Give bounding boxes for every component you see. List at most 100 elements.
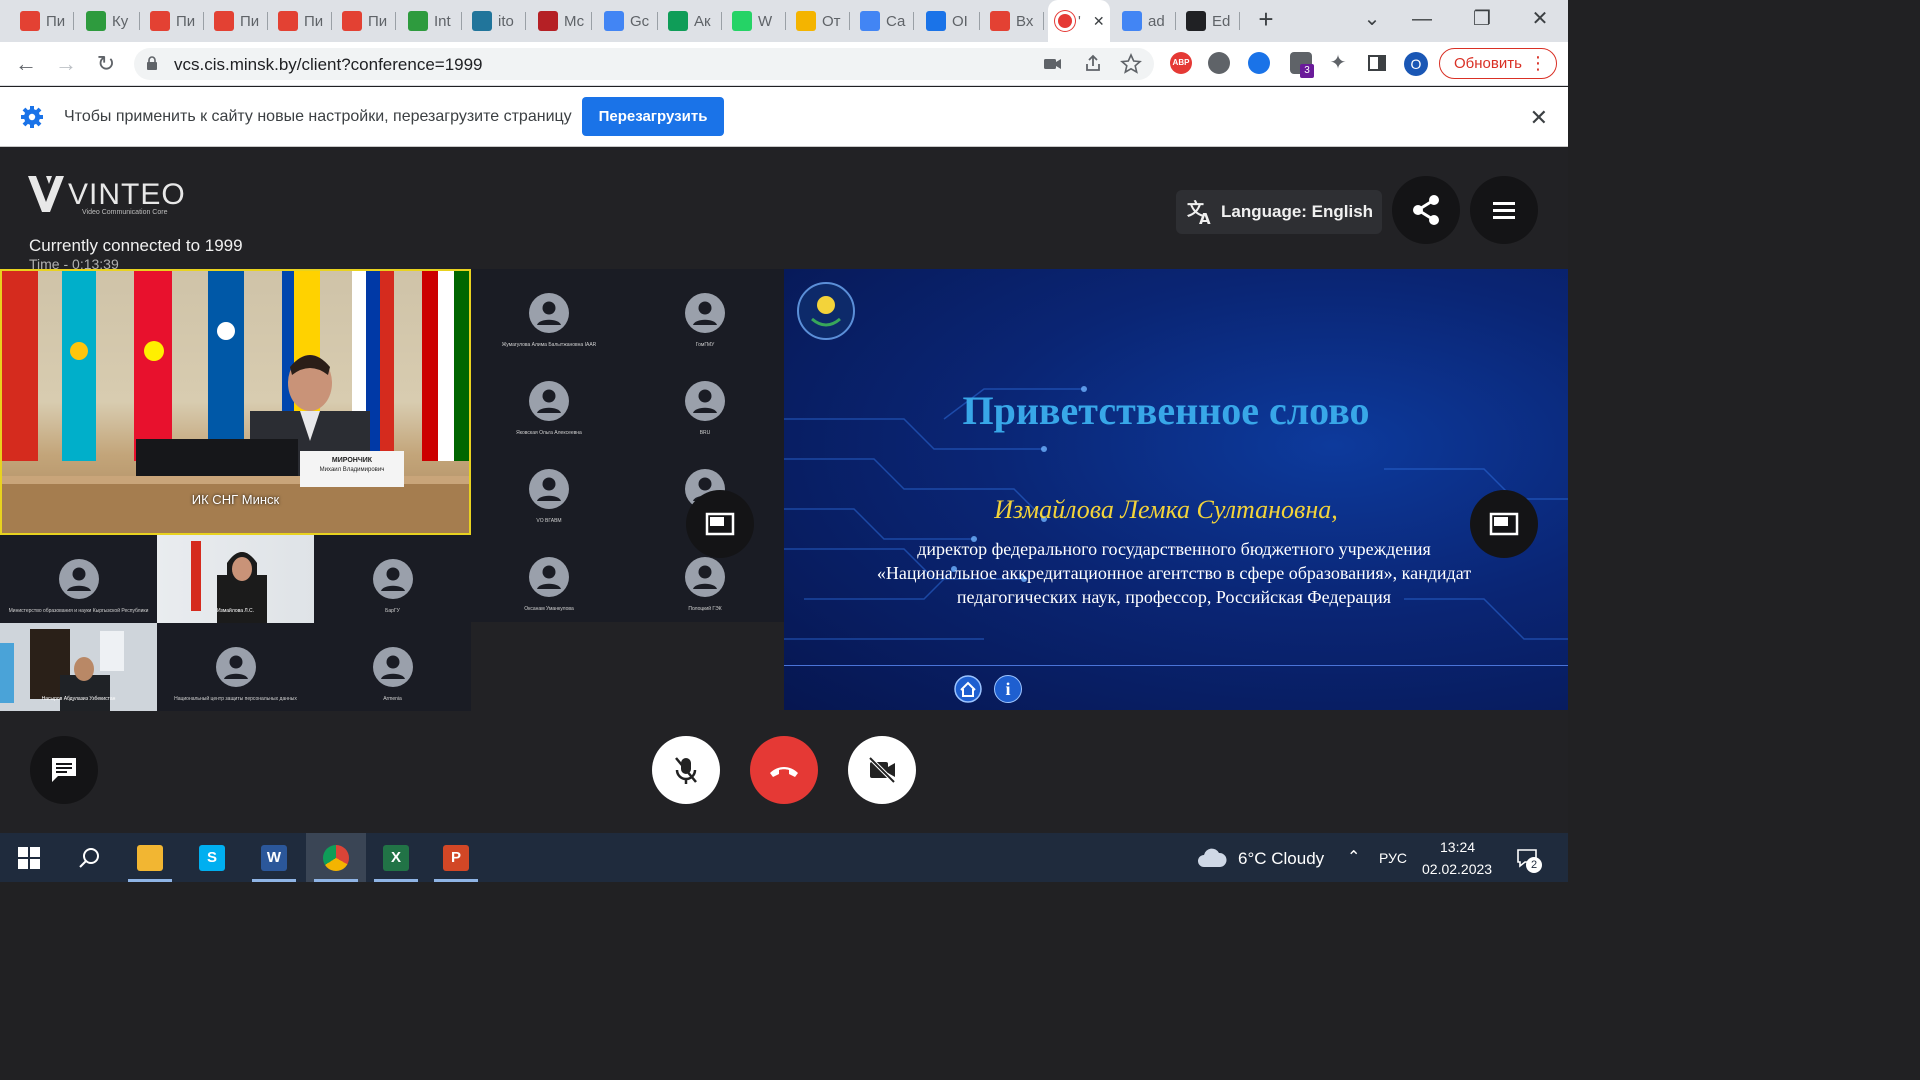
restore-button[interactable]: ❐	[1462, 4, 1502, 34]
browser-tab[interactable]: W	[722, 8, 786, 34]
reload-icon[interactable]: ↻	[92, 50, 120, 78]
language-button[interactable]: 文A Language: English	[1176, 190, 1382, 234]
taskbar-app-chrome[interactable]	[306, 833, 366, 882]
side-panel-icon[interactable]	[1366, 52, 1388, 74]
tab-title: Ed	[1212, 12, 1231, 30]
windows-start-icon[interactable]	[18, 847, 40, 869]
participant-tile[interactable]: Национальный центр защиты персональных д…	[157, 623, 314, 711]
running-indicator	[128, 879, 172, 882]
user-avatar-icon	[58, 559, 99, 599]
browser-tab[interactable]: Вх	[980, 8, 1044, 34]
participant-tile[interactable]: БарГУ	[314, 535, 471, 623]
tab-search-chevron-icon[interactable]: ⌄	[1352, 4, 1392, 34]
participant-tile[interactable]: ГомГМУ	[627, 269, 783, 357]
info-icon[interactable]: i	[994, 675, 1022, 703]
browser-tab[interactable]: Пи	[204, 8, 268, 34]
more-menu-icon[interactable]: ⋮	[1529, 49, 1547, 78]
forward-icon[interactable]: →	[52, 50, 80, 78]
browser-tab[interactable]: ito	[462, 8, 526, 34]
keyboard-language[interactable]: РУС	[1379, 850, 1407, 866]
participant-tile[interactable]: Оксанам Уманкулова	[471, 533, 627, 621]
taskbar-app-file-explorer[interactable]	[120, 833, 180, 882]
participant-tile[interactable]: Яковская Ольга Алексеевна	[471, 357, 627, 445]
lock-icon[interactable]	[146, 56, 158, 70]
share-button[interactable]	[1392, 176, 1460, 244]
puzzle-extensions-icon[interactable]: ✦	[1327, 52, 1349, 74]
gmail-icon	[278, 11, 298, 31]
tab-title: Int	[434, 12, 451, 30]
adblock-icon[interactable]: ABP	[1170, 52, 1192, 74]
reload-page-button[interactable]: Перезагрузить	[582, 97, 724, 136]
participant-tile[interactable]: Измайлова Л.С.	[157, 535, 314, 623]
minimize-button[interactable]: —	[1402, 4, 1442, 34]
camera-off-button[interactable]	[848, 736, 916, 804]
slide-desc-line: директор федерального государственного б…	[917, 539, 1431, 559]
taskbar-app-skype[interactable]: S	[182, 833, 242, 882]
browser-tab[interactable]: Са	[850, 8, 914, 34]
close-tab-icon[interactable]: ✕	[1093, 13, 1105, 30]
participant-tile[interactable]: Armenia	[314, 623, 471, 711]
new-tab-button[interactable]: +	[1252, 6, 1280, 34]
browser-tab[interactable]: Мс	[528, 8, 592, 34]
bookmark-star-icon[interactable]	[1120, 53, 1142, 75]
browser-tab[interactable]: От	[786, 8, 850, 34]
back-icon[interactable]: ←	[12, 50, 40, 78]
camera-blocked-icon[interactable]	[1042, 53, 1064, 75]
update-chrome-button[interactable]: Обновить ⋮	[1439, 48, 1557, 79]
participant-tile[interactable]: VO BГАВМ	[471, 445, 627, 533]
chat-button[interactable]	[30, 736, 98, 804]
taskbar-app-excel[interactable]: X	[366, 833, 426, 882]
participant-name: Национальный центр защиты персональных д…	[174, 696, 297, 702]
browser-tab[interactable]: ' ✕	[1048, 0, 1110, 42]
address-bar[interactable]: vcs.cis.minsk.by/client?conference=1999	[134, 48, 1154, 80]
pip-button-grid[interactable]	[686, 490, 754, 558]
browser-tab[interactable]: ad	[1112, 8, 1176, 34]
participant-tile[interactable]: Министерство образования и науки Кыргызс…	[0, 535, 157, 623]
browser-tab[interactable]: Пи	[268, 8, 332, 34]
tab-title: W	[758, 12, 773, 30]
mic-off-icon	[675, 757, 697, 784]
taskbar-app-powerpoint[interactable]: P	[426, 833, 486, 882]
browser-tab[interactable]: Ак	[658, 8, 722, 34]
circuit-background	[784, 282, 1568, 640]
close-window-button[interactable]: ✕	[1520, 4, 1560, 34]
browser-tab[interactable]: Int	[398, 8, 462, 34]
url-text[interactable]: vcs.cis.minsk.by/client?conference=1999	[174, 55, 483, 75]
user-avatar-icon	[685, 293, 725, 333]
browser-tab[interactable]: Ку	[76, 8, 140, 34]
clock-time[interactable]: 13:24	[1440, 839, 1475, 855]
participant-tile[interactable]: BRU	[627, 357, 783, 445]
presentation-slide[interactable]: Приветственное слово Измайлова Лемка Сул…	[784, 269, 1568, 710]
browser-tab[interactable]: Пи	[140, 8, 204, 34]
mute-microphone-button[interactable]	[652, 736, 720, 804]
share-icon	[1413, 195, 1439, 225]
clock-date[interactable]: 02.02.2023	[1422, 861, 1492, 877]
share-page-icon[interactable]	[1082, 53, 1104, 75]
main-speaker-video[interactable]: МИРОНЧИК Михаил Владимирович ИК СНГ Минс…	[0, 269, 471, 535]
participant-name: Полоцкий ГЭК	[688, 606, 722, 612]
browser-tab[interactable]: ОI	[916, 8, 980, 34]
video-off-icon	[868, 756, 896, 784]
participant-tile[interactable]: Насыров Абдулазиз Узбекистан	[0, 623, 157, 711]
browser-tab[interactable]: Пи	[332, 8, 396, 34]
taskbar-app-word[interactable]: W	[244, 833, 304, 882]
weather-text[interactable]: 6°C Cloudy	[1238, 849, 1324, 869]
participant-name: ГомГМУ	[695, 342, 715, 348]
extension-icon[interactable]	[1208, 52, 1230, 74]
tray-expand-icon[interactable]: ⌃	[1347, 847, 1360, 867]
end-call-button[interactable]	[750, 736, 818, 804]
close-infobar-icon[interactable]: ✕	[1530, 105, 1548, 131]
bottom-participants: Министерство образования и науки Кыргызс…	[0, 535, 471, 711]
profile-avatar[interactable]: O	[1404, 52, 1428, 76]
browser-tab[interactable]: Ed	[1176, 8, 1240, 34]
extension-blue-icon[interactable]	[1248, 52, 1270, 74]
search-icon[interactable]	[78, 847, 100, 869]
calendar-icon	[604, 11, 624, 31]
browser-tab[interactable]: Пи	[10, 8, 74, 34]
slide-speaker: Измайлова Лемка Султановна,	[994, 495, 1338, 524]
participant-tile[interactable]: Жумагулова Алима Балытжановна IAAR	[471, 269, 627, 357]
pip-button-slide[interactable]	[1470, 490, 1538, 558]
browser-tab[interactable]: Gc	[594, 8, 658, 34]
home-icon[interactable]	[954, 675, 982, 703]
menu-button[interactable]	[1470, 176, 1538, 244]
